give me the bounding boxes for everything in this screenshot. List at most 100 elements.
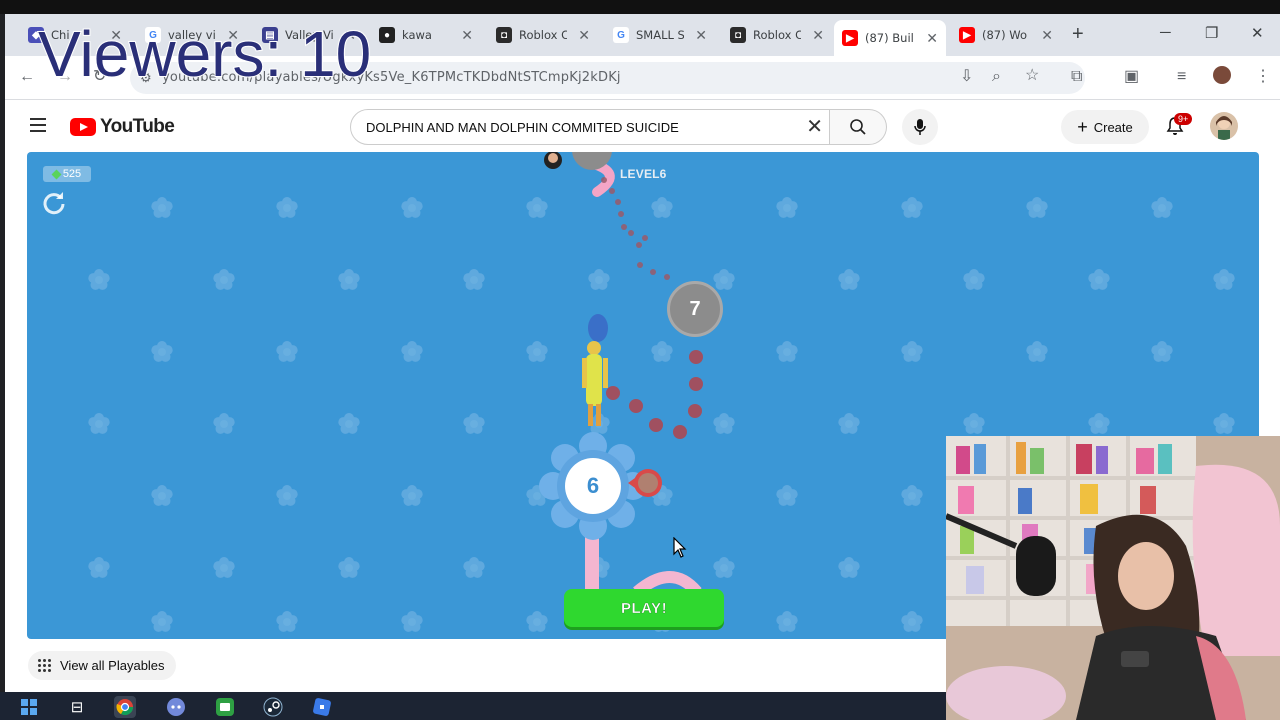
tab-title: SMALL S	[636, 28, 685, 42]
flower-pattern-icon	[276, 485, 298, 506]
flower-pattern-icon	[776, 611, 798, 632]
top-strip	[0, 0, 1280, 14]
split-view-icon[interactable]: ▣	[1124, 68, 1139, 86]
flower-pattern-icon	[213, 413, 235, 434]
close-icon[interactable]: ✕	[578, 27, 590, 44]
close-icon[interactable]: ✕	[1041, 27, 1053, 44]
screen: ◆ Chi ✕ G valley vi ✕ ▤ Valley Vi ✕ ● ka…	[0, 0, 1280, 720]
search-button[interactable]	[830, 109, 887, 145]
search-input-value: DOLPHIN AND MAN DOLPHIN COMMITED SUICIDE	[366, 120, 679, 135]
zoom-icon[interactable]: ⌕	[992, 68, 1001, 86]
flower-pattern-icon	[88, 413, 110, 434]
close-icon[interactable]: ✕	[695, 27, 707, 44]
install-app-icon[interactable]: ⇩	[960, 68, 973, 86]
flower-pattern-icon	[151, 485, 173, 506]
windows-start-icon[interactable]	[18, 696, 40, 718]
search-icon	[850, 119, 866, 135]
roblox-studio-icon[interactable]	[311, 696, 333, 718]
youtube-play-icon	[70, 118, 96, 136]
flower-pattern-icon	[526, 611, 548, 632]
flower-pattern-icon	[401, 197, 423, 218]
roblox-icon: ◘	[730, 27, 746, 43]
next-level-number: 7	[689, 297, 701, 320]
clear-search-icon[interactable]: ✕	[806, 116, 823, 138]
tab-5[interactable]: ◘ Roblox C ✕	[488, 22, 598, 48]
webcam-feed	[946, 436, 1280, 720]
flower-pattern-icon	[776, 341, 798, 362]
task-view-icon[interactable]: ⊟	[66, 696, 88, 718]
youtube-icon: ▶	[959, 27, 975, 43]
discord-icon[interactable]	[165, 696, 187, 718]
close-icon[interactable]: ✕	[461, 27, 473, 44]
flower-pattern-icon	[338, 413, 360, 434]
flower-pattern-icon	[401, 485, 423, 506]
flower-pattern-icon	[651, 341, 673, 362]
restart-icon[interactable]	[41, 190, 67, 216]
play-button[interactable]: PLAY!	[564, 589, 724, 627]
flower-pattern-icon	[213, 557, 235, 578]
search-input[interactable]: DOLPHIN AND MAN DOLPHIN COMMITED SUICIDE…	[350, 109, 830, 145]
grid-dots-icon	[38, 658, 52, 673]
flower-pattern-icon	[963, 413, 985, 434]
flower-pattern-icon	[588, 269, 610, 290]
coin-counter: 525	[43, 166, 91, 182]
flower-pattern-icon	[1213, 269, 1235, 290]
flower-pattern-icon	[276, 341, 298, 362]
voice-search-button[interactable]	[902, 109, 938, 145]
play-label: PLAY!	[620, 599, 668, 617]
youtube-header: YouTube DOLPHIN AND MAN DOLPHIN COMMITED…	[5, 100, 1280, 152]
gem-icon	[51, 169, 62, 179]
flower-pattern-icon	[1088, 413, 1110, 434]
profile-avatar[interactable]	[1213, 66, 1231, 84]
flower-pattern-icon	[838, 413, 860, 434]
new-tab-button[interactable]: +	[1072, 22, 1084, 46]
flower-pattern-icon	[88, 269, 110, 290]
flower-pattern-icon	[151, 197, 173, 218]
current-level-number: 6	[586, 473, 600, 498]
menu-icon[interactable]	[30, 118, 46, 132]
level-label: LEVEL6	[620, 167, 667, 181]
tab-4[interactable]: ● kawa ✕	[371, 22, 481, 48]
more-menu-icon[interactable]: ⋮	[1255, 68, 1271, 86]
media-controls-icon[interactable]: ≡	[1177, 68, 1186, 86]
flower-pattern-icon	[713, 413, 735, 434]
flower-pattern-icon	[1088, 269, 1110, 290]
flower-pattern-icon	[901, 341, 923, 362]
youtube-logo[interactable]: YouTube	[70, 116, 175, 138]
tab-7[interactable]: ◘ Roblox C ✕	[722, 22, 832, 48]
avatar-image	[1216, 116, 1232, 140]
flower-pattern-icon	[1026, 341, 1048, 362]
tab-title: Roblox C	[753, 28, 802, 42]
flower-pattern-icon	[901, 485, 923, 506]
level-node-current[interactable]: 6	[565, 458, 621, 514]
flower-pattern-icon	[276, 197, 298, 218]
player-character	[582, 314, 608, 426]
flower-pattern-icon	[1026, 197, 1048, 218]
flower-pattern-icon	[1151, 341, 1173, 362]
tab-9[interactable]: ▶ (87) Wo ✕	[951, 22, 1061, 48]
flower-pattern-icon	[1213, 413, 1235, 434]
chrome-icon[interactable]	[114, 696, 136, 718]
view-all-playables-button[interactable]: View all Playables	[28, 651, 176, 680]
streaming-app-icon[interactable]	[214, 696, 236, 718]
window-close-icon[interactable]: ✕	[1251, 24, 1264, 42]
account-avatar[interactable]	[1210, 112, 1238, 140]
close-icon[interactable]: ✕	[812, 27, 824, 44]
circle-logo-icon: ●	[379, 27, 395, 43]
create-button[interactable]: + Create	[1061, 110, 1149, 144]
back-arrow-icon[interactable]: ←	[19, 68, 35, 86]
tab-8-active[interactable]: ▶ (87) Buil ✕	[834, 20, 946, 56]
google-icon: G	[613, 27, 629, 43]
close-icon[interactable]: ✕	[926, 30, 938, 47]
view-all-label: View all Playables	[60, 658, 165, 673]
steam-icon[interactable]	[262, 696, 284, 718]
minimize-icon[interactable]: ─	[1160, 24, 1171, 41]
tab-6[interactable]: G SMALL S ✕	[605, 22, 715, 48]
restore-icon[interactable]: ❐	[1205, 24, 1218, 42]
extensions-icon[interactable]: ⧉	[1071, 68, 1082, 86]
notifications-badge: 9+	[1174, 113, 1193, 125]
flower-pattern-icon	[1151, 197, 1173, 218]
bookmark-star-icon[interactable]: ☆	[1025, 67, 1039, 85]
level-node-next[interactable]: 7	[667, 281, 723, 337]
tab-title: (87) Wo	[982, 28, 1027, 42]
